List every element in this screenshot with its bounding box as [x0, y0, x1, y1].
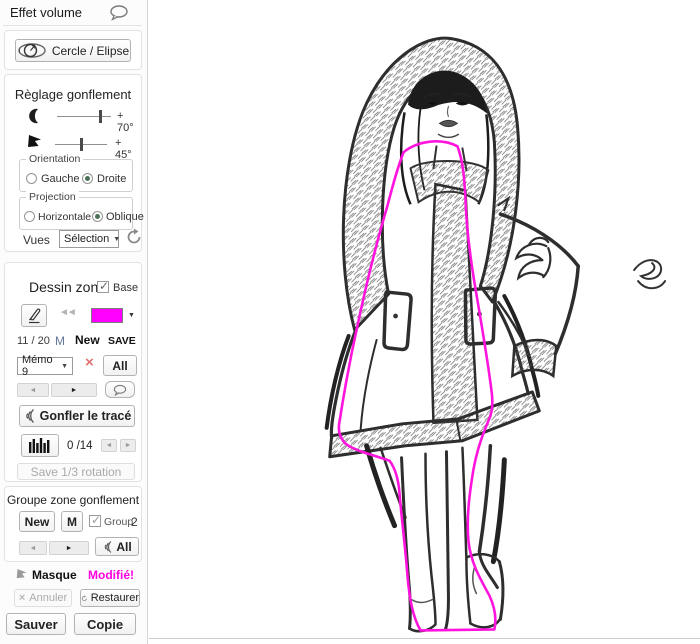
- gonfler-trace-button[interactable]: Gonfler le tracé: [19, 405, 135, 427]
- hand-flourish: [634, 260, 665, 288]
- zone-comment-button[interactable]: [105, 381, 135, 398]
- canvas-bottom-edge: [149, 638, 700, 639]
- zone-counter: 11 / 20: [17, 335, 50, 347]
- swatch-caret-icon[interactable]: ▼: [128, 312, 135, 319]
- front-fur-strip: [432, 184, 478, 423]
- angle-slider-1-track[interactable]: [57, 116, 111, 117]
- angle-slider-1-thumb[interactable]: [99, 110, 102, 123]
- gonflement-panel: Règlage gonflement + 70° + 45° Orientati…: [4, 74, 142, 252]
- projection-legend: Projection: [26, 191, 79, 203]
- annuler-x-icon: ×: [19, 592, 25, 604]
- equalizer-bars-icon: [28, 438, 52, 453]
- groupe-prev-button[interactable]: ◄: [19, 541, 47, 555]
- prev-zone-button[interactable]: ◄: [17, 383, 49, 397]
- comment-bubble-icon: [112, 384, 128, 396]
- sound-waves-icon: [23, 408, 36, 424]
- dessin-zone-panel: Dessin zone ✓ Base ◄◄ ▼ 11 / 20 M Ne: [4, 262, 142, 482]
- groupe-new-button[interactable]: New: [19, 511, 55, 532]
- color-swatch-dropdown[interactable]: ▼: [91, 306, 139, 324]
- radio-droite-label[interactable]: Droite: [97, 173, 126, 185]
- groupe-panel: Groupe zone gonflement New M ✓ Group 2 ◄…: [4, 486, 142, 562]
- delete-memo-icon[interactable]: ×: [85, 354, 94, 371]
- group-count: 2: [131, 515, 138, 529]
- vues-selected: Sélection: [64, 233, 109, 245]
- vues-select[interactable]: Sélection ▼: [59, 230, 119, 248]
- group-checkbox[interactable]: ✓: [89, 515, 101, 527]
- orientation-fieldset: Orientation Gauche Droite: [19, 159, 133, 192]
- angle-slider-2-thumb[interactable]: [80, 138, 83, 151]
- radio-gauche[interactable]: [26, 173, 37, 184]
- cercle-elipse-label: Cercle / Elipse: [52, 44, 129, 58]
- group-checkbox-label[interactable]: Group: [104, 516, 133, 528]
- groupe-m-button[interactable]: M: [61, 511, 83, 532]
- status-modified: Modifié!: [88, 568, 134, 582]
- legs: [367, 446, 505, 631]
- groupe-all-button[interactable]: All: [95, 537, 139, 556]
- angle-value-1: + 70°: [117, 110, 141, 134]
- pencil-icon: [27, 307, 42, 324]
- copie-button[interactable]: Copie: [74, 613, 136, 635]
- radio-horizontale[interactable]: [24, 211, 35, 222]
- gonflement-title: Règlage gonflement: [5, 87, 141, 102]
- annuler-button[interactable]: × Annuler: [14, 589, 72, 607]
- ellipse-circle-icon: [17, 42, 47, 59]
- new-zone-button[interactable]: New: [75, 333, 100, 347]
- zone-counter-m: M: [55, 334, 65, 348]
- fashion-sketch: [149, 0, 700, 644]
- base-checkbox-label[interactable]: Base: [113, 282, 138, 294]
- drawing-canvas[interactable]: [149, 0, 700, 644]
- vues-label: Vues: [23, 233, 50, 247]
- rotation-counter: 0 /14: [67, 440, 93, 452]
- radio-oblique[interactable]: [92, 211, 103, 222]
- angle-slider-2-track[interactable]: [55, 144, 107, 145]
- radio-horizontale-label[interactable]: Horizontale: [38, 211, 91, 223]
- header-divider: [3, 25, 142, 26]
- rewind-icon[interactable]: ◄◄: [59, 307, 75, 318]
- effet-volume-app: Effet volume Cercle / Elipse Règlage gon…: [0, 0, 700, 644]
- tool-sidebar: Effet volume Cercle / Elipse Règlage gon…: [0, 0, 148, 644]
- save-zone-button[interactable]: SAVE: [108, 335, 136, 347]
- moon-contrast-icon: [27, 108, 42, 124]
- save-rotation-button[interactable]: Save 1/3 rotation: [17, 463, 135, 480]
- projection-fieldset: Projection Horizontale Oblique: [19, 197, 133, 230]
- pencil-tool-button[interactable]: [21, 304, 47, 327]
- memo-select[interactable]: Mémo 9 ▼: [17, 357, 73, 375]
- rotation-next-button[interactable]: ►: [120, 439, 136, 452]
- groupe-title: Groupe zone gonflement: [5, 493, 141, 507]
- angle-value-2: + 45°: [115, 137, 141, 161]
- orientation-legend: Orientation: [26, 153, 83, 165]
- radio-droite[interactable]: [82, 173, 93, 184]
- rotation-prev-button[interactable]: ◄: [101, 439, 117, 452]
- arrow-nw-icon: [27, 134, 43, 149]
- cursor-arrow-icon: [16, 568, 28, 580]
- next-zone-button[interactable]: ►: [51, 383, 97, 397]
- cercle-elipse-button[interactable]: Cercle / Elipse: [15, 39, 131, 62]
- shape-panel: Cercle / Elipse: [4, 30, 142, 70]
- dessin-zone-title: Dessin zone: [29, 279, 106, 295]
- radio-gauche-label[interactable]: Gauche: [41, 173, 80, 185]
- cuff-fur: [512, 340, 556, 376]
- restaurer-button[interactable]: Restaurer: [80, 589, 140, 607]
- all-memo-button[interactable]: All: [103, 355, 137, 376]
- sauver-button[interactable]: Sauver: [6, 613, 66, 635]
- refresh-views-icon[interactable]: [125, 228, 143, 246]
- equalizer-button[interactable]: [21, 434, 59, 457]
- page-title: Effet volume: [10, 5, 82, 20]
- base-checkbox[interactable]: ✓: [97, 281, 109, 293]
- current-color-swatch[interactable]: [91, 308, 123, 323]
- comment-bubble-icon[interactable]: [108, 4, 130, 21]
- memo-selected: Mémo 9: [22, 354, 57, 378]
- restore-refresh-icon: [81, 593, 88, 604]
- masque-label[interactable]: Masque: [32, 568, 77, 582]
- groupe-next-button[interactable]: ►: [49, 541, 89, 555]
- sound-waves-icon: [102, 540, 113, 554]
- face: [425, 94, 471, 171]
- radio-oblique-label[interactable]: Oblique: [106, 211, 144, 223]
